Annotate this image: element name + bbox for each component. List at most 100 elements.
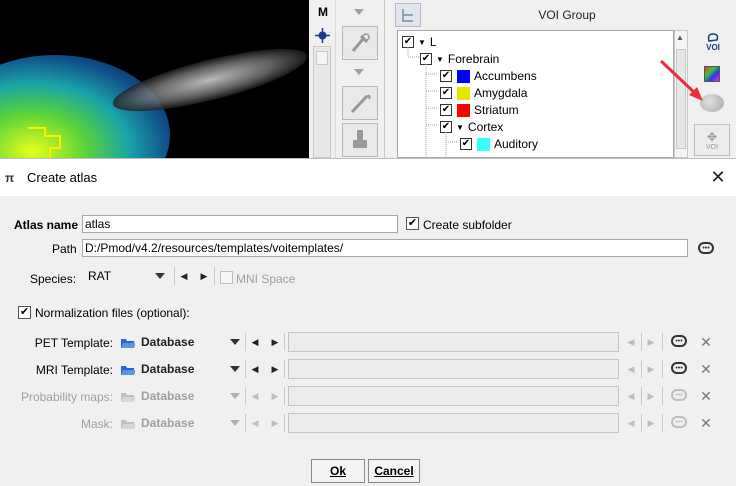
- dialog-title: Create atlas: [27, 170, 98, 185]
- mask-source-value: Database: [141, 416, 195, 430]
- mask-clear-button[interactable]: ✕: [699, 416, 713, 430]
- clear-icon: ✕: [700, 334, 712, 350]
- tool-column-right: [337, 0, 385, 158]
- path-input[interactable]: D:/Pmod/v4.2/resources/templates/voitemp…: [82, 239, 688, 257]
- wrench-icon: [351, 33, 370, 52]
- voi-move-button[interactable]: ✥ VOI: [694, 124, 730, 156]
- tool-column-left: M: [309, 0, 336, 158]
- separator: [662, 387, 663, 405]
- paint-brush-icon: [353, 130, 367, 148]
- mri-template-source-select[interactable]: Database: [120, 359, 240, 379]
- wrench-tool-button[interactable]: [342, 26, 378, 60]
- collapse-arrow-icon[interactable]: [354, 9, 364, 15]
- crosshair-icon[interactable]: [315, 28, 330, 43]
- dialog-titlebar[interactable]: π Create atlas ✕: [0, 159, 736, 195]
- path-browse-button[interactable]: •••: [698, 242, 714, 254]
- species-previous-button[interactable]: ◀: [179, 267, 189, 285]
- probability-maps-browse-button[interactable]: •••: [671, 389, 687, 401]
- separator: [174, 267, 175, 285]
- species-select[interactable]: RAT: [88, 266, 168, 286]
- mask-source-select[interactable]: Database: [120, 413, 240, 433]
- species-label: Species:: [30, 272, 77, 286]
- mri-template-source-value: Database: [141, 362, 195, 376]
- pet-template-file-input[interactable]: [288, 332, 619, 352]
- atlas-name-input[interactable]: atlas: [82, 215, 398, 233]
- pet-template-next-button[interactable]: ▶: [270, 333, 280, 351]
- probability-maps-file-previous-button[interactable]: ◀: [626, 387, 636, 405]
- voi-tree[interactable]: ✔ ▼ L ✔ ▼ Forebrain ✔ Accumbens ✔ Amygda…: [397, 30, 674, 158]
- pmod-app-icon: π: [5, 171, 14, 185]
- close-icon: ✕: [710, 166, 726, 187]
- separator: [214, 267, 215, 285]
- probability-maps-source-select[interactable]: Database: [120, 386, 240, 406]
- scroll-up-icon[interactable]: ▲: [676, 33, 684, 42]
- probability-maps-clear-button[interactable]: ✕: [699, 389, 713, 403]
- mask-file-next-button[interactable]: ▶: [646, 414, 656, 432]
- cancel-label: Cancel: [374, 464, 414, 478]
- mni-space-label: MNI Space: [236, 272, 296, 286]
- atlas-name-label: Atlas name: [14, 218, 79, 232]
- mri-template-file-previous-button[interactable]: ◀: [626, 360, 636, 378]
- separator: [245, 387, 246, 405]
- expand-arrow-icon[interactable]: [354, 69, 364, 75]
- separator: [641, 360, 642, 378]
- mask-file-previous-button[interactable]: ◀: [626, 414, 636, 432]
- close-button[interactable]: ✕: [706, 165, 730, 189]
- check-icon: ✔: [19, 306, 30, 318]
- mask-label: Mask:: [80, 417, 113, 431]
- mri-template-file-next-button[interactable]: ▶: [646, 360, 656, 378]
- dialog-body: Atlas name atlas ✔ Create subfolder Path…: [0, 196, 736, 486]
- folder-open-icon: [121, 339, 135, 348]
- move-arrows-icon: ✥: [706, 129, 718, 144]
- voi-group-panel: VOI Group ✔ ▼ L ✔ ▼ Forebrain ✔ Accumben…: [387, 0, 692, 158]
- pet-template-browse-button[interactable]: •••: [671, 335, 687, 347]
- mask-browse-button[interactable]: •••: [671, 416, 687, 428]
- chevron-down-icon: [230, 393, 240, 399]
- folder-open-icon: [121, 420, 135, 429]
- annotation-arrow-icon: [659, 59, 703, 101]
- separator: [284, 387, 285, 405]
- species-next-button[interactable]: ▶: [199, 267, 209, 285]
- paint-tool-button[interactable]: [342, 123, 378, 157]
- cancel-button[interactable]: Cancel: [368, 459, 420, 483]
- separator: [662, 414, 663, 432]
- mask-previous-button[interactable]: ◀: [250, 414, 260, 432]
- probability-maps-file-next-button[interactable]: ▶: [646, 387, 656, 405]
- mri-template-next-button[interactable]: ▶: [270, 360, 280, 378]
- voi-group-title: VOI Group: [538, 8, 596, 22]
- image-viewer[interactable]: [0, 0, 309, 158]
- normalization-checkbox[interactable]: ✔: [18, 306, 31, 319]
- brush-tool-button[interactable]: [342, 86, 378, 120]
- separator: [245, 333, 246, 351]
- pet-template-file-previous-button[interactable]: ◀: [626, 333, 636, 351]
- mri-template-previous-button[interactable]: ◀: [250, 360, 260, 378]
- mri-template-file-input[interactable]: [288, 359, 619, 379]
- folder-open-icon: [121, 393, 135, 402]
- pet-template-file-next-button[interactable]: ▶: [646, 333, 656, 351]
- species-value: RAT: [88, 269, 112, 283]
- pet-template-source-select[interactable]: Database: [120, 332, 240, 352]
- mask-file-input[interactable]: [288, 413, 619, 433]
- pet-template-previous-button[interactable]: ◀: [250, 333, 260, 351]
- create-subfolder-checkbox[interactable]: ✔: [406, 217, 419, 230]
- separator: [641, 387, 642, 405]
- separator: [662, 333, 663, 351]
- mri-template-browse-button[interactable]: •••: [671, 362, 687, 374]
- separator: [284, 333, 285, 351]
- ok-button[interactable]: Ok: [311, 459, 365, 483]
- probability-maps-previous-button[interactable]: ◀: [250, 387, 260, 405]
- tool-scrollbar[interactable]: [313, 46, 331, 158]
- mri-template-clear-button[interactable]: ✕: [699, 362, 713, 376]
- mask-next-button[interactable]: ▶: [270, 414, 280, 432]
- path-label: Path: [52, 242, 77, 256]
- brush-icon: [350, 94, 371, 114]
- tree-connectors: [407, 47, 458, 157]
- pet-template-clear-button[interactable]: ✕: [699, 335, 713, 349]
- probability-maps-next-button[interactable]: ▶: [270, 387, 280, 405]
- ok-label: Ok: [329, 464, 346, 478]
- clear-icon: ✕: [700, 415, 712, 431]
- clear-icon: ✕: [700, 361, 712, 377]
- voi-group-tool-button[interactable]: [395, 3, 421, 27]
- probability-maps-file-input[interactable]: [288, 386, 619, 406]
- mni-space-checkbox[interactable]: [220, 271, 233, 284]
